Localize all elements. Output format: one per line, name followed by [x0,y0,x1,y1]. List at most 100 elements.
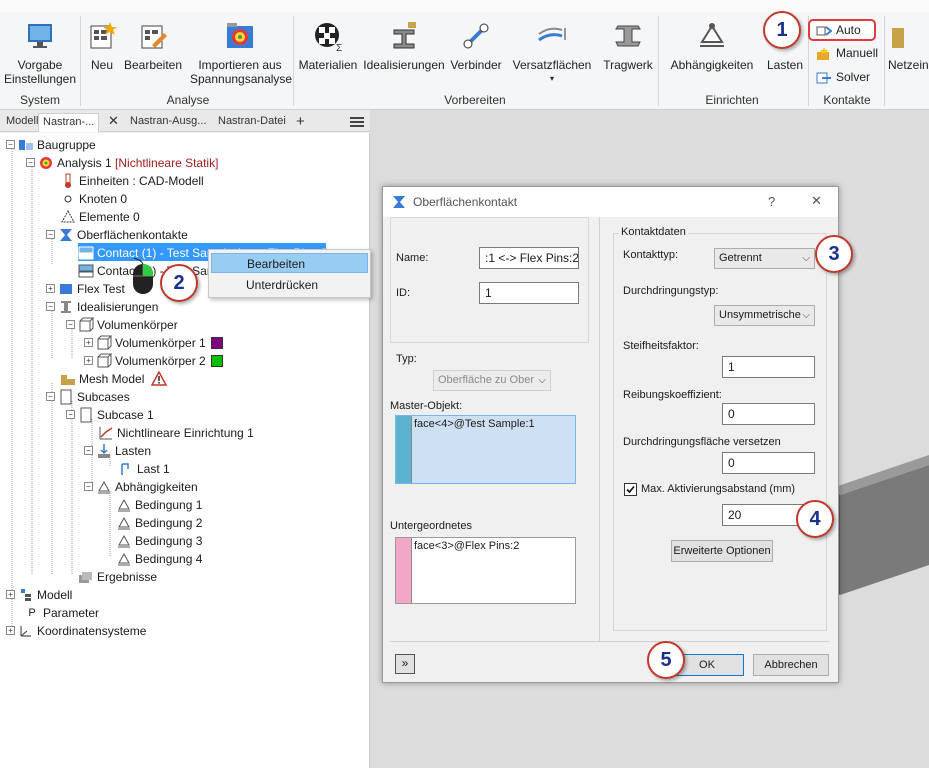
steifheitsfaktor-label: Steifheitsfaktor: [623,340,699,352]
model-browser-tree: − Baugruppe − Analysis 1 [Nichtlineare Sta… [0,133,370,768]
netzeinstellungen-button[interactable]: Netzein [888,20,929,72]
tab-nastran[interactable]: Nastran-... [38,113,100,132]
solver-contact-button[interactable]: Solver [816,70,870,85]
versatzflaechen-button[interactable]: Versatzflächen ▾ [510,20,594,86]
id-field[interactable]: 1 [479,282,579,304]
parameter-icon: P [28,606,36,619]
vorgabe-einstellungen-button[interactable]: Vorgabe Einstellungen [2,20,78,86]
checkmark-icon [626,485,635,494]
expand-icon[interactable]: + [84,338,93,348]
name-field[interactable]: :1 <-> Flex Pins:2 [479,247,579,269]
kontakttyp-dropdown[interactable]: Getrennt ⌵ [714,248,815,269]
element-icon [61,209,75,223]
tree-node-bedingung-1[interactable]: Bedingung 1 [116,495,202,513]
collapse-icon[interactable]: − [26,158,35,168]
expand-icon[interactable]: + [46,284,55,294]
tree-node-ergebnisse[interactable]: Ergebnisse [78,567,157,585]
tree-node-analysis[interactable]: − Analysis 1 [Nichtlineare Statik] [26,153,218,171]
tab-modell[interactable]: Modell [2,113,42,132]
tree-node-last-1[interactable]: Last 1 [118,459,170,477]
tree-node-koordinatensysteme[interactable]: + Koordinatensysteme [6,621,146,639]
tab-nastran-datei[interactable]: Nastran-Datei [214,113,290,132]
typ-dropdown[interactable]: Oberfläche zu Ober ⌵ [433,370,551,391]
importieren-button[interactable]: Importieren aus Spannungsanalyse [190,20,292,86]
expand-icon[interactable]: + [84,356,93,366]
tab-nastran-ausgabe[interactable]: Nastran-Ausg... [126,113,210,132]
tree-node-volumenkoerper-2[interactable]: + Volumenkörper 2 [84,351,224,369]
tree-node-flex-test[interactable]: + Flex Test [46,279,125,297]
tree-node-lasten[interactable]: − Lasten [84,441,151,459]
tree-label: Nichtlineare Einrichtung 1 [117,425,254,440]
context-menu-bearbeiten[interactable]: Bearbeiten [211,253,368,273]
abhaengigkeiten-button[interactable]: Abhängigkeiten [664,20,760,72]
tree-node-volumenkoerper-1[interactable]: + Volumenkörper 1 [84,333,224,351]
bearbeiten-ribbon-button[interactable]: Bearbeiten [122,20,184,72]
collapse-icon[interactable]: − [46,302,55,312]
tree-node-parameter[interactable]: P Parameter [24,603,99,621]
erweiterte-optionen-button[interactable]: Erweiterte Optionen [671,540,773,562]
help-button[interactable]: ? [768,194,775,209]
expand-icon[interactable]: + [6,590,15,600]
collapse-icon[interactable]: − [6,140,15,150]
reibung-field[interactable]: 0 [722,403,815,425]
tree-node-mesh-model[interactable]: Mesh Model [60,369,170,387]
expand-dialog-button[interactable]: » [395,654,415,674]
untergeordnetes-label: Untergeordnetes [390,520,472,532]
expand-icon[interactable]: + [6,626,15,636]
max-akt-label: Max. Aktivierungsabstand (mm) [641,483,796,495]
hamburger-icon[interactable] [346,113,368,132]
manuell-contact-button[interactable]: Manuell [816,46,878,61]
tree-node-nichtlineare-einrichtung[interactable]: Nichtlineare Einrichtung 1 [98,423,254,441]
color-swatch [211,354,224,367]
kontakte-group-label: Kontakte [823,93,871,107]
materialien-button[interactable]: Σ Materialien [296,20,360,72]
versetzen-field[interactable]: 0 [722,452,815,474]
tree-node-abhaengigkeiten[interactable]: − Abhängigkeiten [84,477,198,495]
verbinder-button[interactable]: Verbinder [448,20,504,72]
max-akt-checkbox[interactable] [624,483,637,496]
close-tab-icon[interactable]: ✕ [104,113,123,132]
add-tab-icon[interactable]: + [292,113,309,132]
abbrechen-button[interactable]: Abbrechen [753,654,829,676]
tree-node-bedingung-3[interactable]: Bedingung 3 [116,531,202,549]
tree-node-oberflaechenkontakte[interactable]: − Oberflächenkontakte [46,225,188,243]
context-menu: Bearbeiten Unterdrücken [208,249,371,298]
collapse-icon[interactable]: − [46,230,55,240]
analysis-icon [40,156,52,169]
tree-node-einheiten[interactable]: Einheiten : CAD-Modell [60,171,204,189]
close-icon[interactable]: ✕ [811,193,822,209]
tree-label: Mesh Model [79,371,145,386]
mouse-right-click-icon [133,258,153,294]
analyse-group-label: Analyse [166,93,210,107]
tree-node-subcase-1[interactable]: − Subcase 1 [66,405,154,423]
tragwerk-button[interactable]: Tragwerk [600,20,656,72]
master-value: face<4>@Test Sample:1 [414,418,535,430]
collapse-icon[interactable]: − [66,320,75,330]
tree-node-baugruppe[interactable]: − Baugruppe [6,135,96,153]
tree-node-bedingung-4[interactable]: Bedingung 4 [116,549,202,567]
neu-button[interactable]: Neu [84,20,120,72]
tree-label: Modell [37,587,73,602]
durchdringungstyp-label: Durchdringungstyp: [623,285,719,297]
collapse-icon[interactable]: − [46,392,55,402]
tree-node-volumenkoerper[interactable]: − Volumenkörper [66,315,178,333]
idealisierungen-button[interactable]: Idealisierungen [362,20,446,72]
durchdringungstyp-dropdown[interactable]: Unsymmetrische ⌵ [714,305,815,326]
callout-4: 4 [796,500,834,538]
auto-contact-button[interactable]: Auto [808,19,876,41]
collapse-icon[interactable]: − [66,410,75,420]
tree-node-elemente[interactable]: Elemente 0 [60,207,140,225]
untergeordnetes-selection-box[interactable]: face<3>@Flex Pins:2 [395,537,576,604]
context-menu-unterdruecken[interactable]: Unterdrücken [211,275,368,295]
materialien-label: Materialien [298,58,358,72]
tree-node-modell[interactable]: + Modell [6,585,72,603]
tree-node-subcases[interactable]: − Subcases [46,387,130,405]
collapse-icon[interactable]: − [84,446,93,456]
master-selection-box[interactable]: face<4>@Test Sample:1 [395,415,576,484]
kontakttyp-value: Getrennt [719,252,762,264]
tree-node-bedingung-2[interactable]: Bedingung 2 [116,513,202,531]
collapse-icon[interactable]: − [84,482,93,492]
tree-node-knoten[interactable]: Knoten 0 [60,189,127,207]
steifheitsfaktor-field[interactable]: 1 [722,356,815,378]
tree-node-idealisierungen[interactable]: − Idealisierungen [46,297,158,315]
